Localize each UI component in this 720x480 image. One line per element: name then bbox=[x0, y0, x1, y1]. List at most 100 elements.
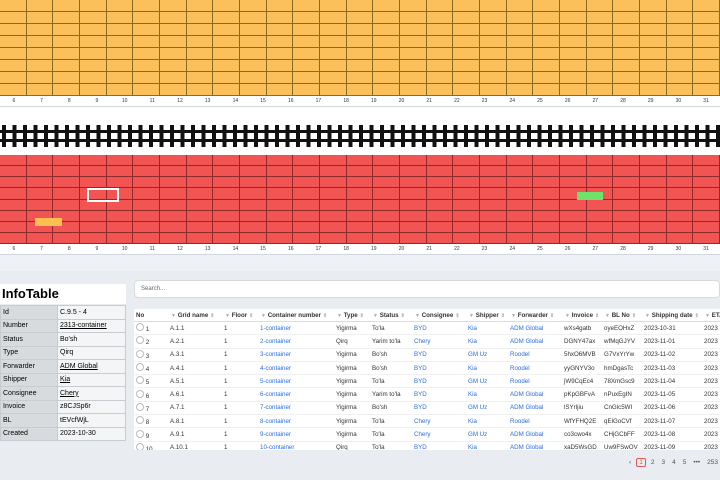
container-slot[interactable] bbox=[53, 199, 80, 211]
container-slot[interactable] bbox=[266, 36, 294, 48]
container-slot[interactable] bbox=[533, 210, 560, 222]
table-cell[interactable]: Chery bbox=[412, 414, 466, 429]
container-slot[interactable] bbox=[506, 199, 534, 211]
container-slot[interactable] bbox=[159, 12, 187, 24]
container-slot[interactable] bbox=[613, 199, 640, 211]
container-slot[interactable] bbox=[693, 12, 720, 24]
container-slot[interactable] bbox=[79, 166, 107, 178]
container-slot[interactable] bbox=[373, 199, 400, 211]
container-slot[interactable] bbox=[0, 84, 27, 96]
container-slot[interactable] bbox=[559, 24, 587, 36]
container-slot[interactable] bbox=[426, 221, 454, 233]
container-slot[interactable] bbox=[0, 24, 27, 36]
table-row[interactable]: 4 A.4.1 1 4-container Yigirma Bo'sh BYD Kia Rood… bbox=[134, 361, 720, 376]
container-slot[interactable] bbox=[319, 24, 347, 36]
container-slot[interactable] bbox=[159, 84, 187, 96]
container-slot[interactable] bbox=[0, 232, 27, 244]
container-slot[interactable] bbox=[373, 72, 400, 84]
container-slot[interactable] bbox=[613, 12, 640, 24]
container-slot[interactable] bbox=[399, 221, 427, 233]
container-slot[interactable] bbox=[239, 177, 267, 189]
container-slot[interactable] bbox=[453, 177, 480, 189]
table-row[interactable]: 1 A.1.1 1 1-container Yigirma To'la BYD Kia ADM … bbox=[134, 321, 720, 336]
table-cell[interactable]: 5-container bbox=[258, 374, 334, 389]
container-slot[interactable] bbox=[213, 12, 240, 24]
container-slot[interactable] bbox=[79, 177, 107, 189]
container-slot[interactable] bbox=[639, 24, 667, 36]
container-slot[interactable] bbox=[506, 24, 534, 36]
container-slot[interactable] bbox=[319, 166, 347, 178]
container-slot[interactable] bbox=[53, 72, 80, 84]
container-slot[interactable] bbox=[559, 210, 587, 222]
container-slot[interactable] bbox=[53, 24, 80, 36]
container-slot[interactable] bbox=[479, 72, 507, 84]
container-slot[interactable] bbox=[106, 210, 134, 222]
column-header[interactable]: No bbox=[134, 309, 168, 322]
container-slot[interactable] bbox=[239, 210, 267, 222]
container-slot[interactable] bbox=[453, 221, 480, 233]
container-slot[interactable] bbox=[79, 72, 107, 84]
container-slot[interactable] bbox=[506, 166, 534, 178]
container-slot[interactable] bbox=[533, 24, 560, 36]
container-slot[interactable] bbox=[53, 84, 80, 96]
container-slot[interactable] bbox=[453, 60, 480, 72]
container-slot[interactable] bbox=[426, 199, 454, 211]
table-cell[interactable]: GM Uz bbox=[466, 348, 508, 362]
container-slot[interactable] bbox=[426, 36, 454, 48]
container-slot[interactable] bbox=[239, 72, 267, 84]
container-slot[interactable] bbox=[26, 177, 54, 189]
container-slot[interactable] bbox=[506, 177, 534, 189]
container-slot[interactable] bbox=[693, 210, 720, 222]
container-slot[interactable] bbox=[693, 188, 720, 200]
row-radio[interactable] bbox=[136, 429, 144, 438]
container-slot[interactable] bbox=[453, 72, 480, 84]
container-slot[interactable] bbox=[346, 166, 374, 178]
table-row[interactable]: 10 A.10.1 1 10-container Qirq To'la BYD Kia ADM … bbox=[134, 441, 720, 450]
table-cell[interactable]: 6-container bbox=[258, 387, 334, 402]
container-slot[interactable] bbox=[293, 155, 320, 167]
container-slot[interactable] bbox=[426, 48, 454, 60]
container-slot[interactable] bbox=[106, 48, 134, 60]
container-slot[interactable] bbox=[559, 221, 587, 233]
filter-icon[interactable]: ▼ bbox=[171, 313, 176, 319]
filter-icon[interactable]: ▼ bbox=[605, 313, 610, 319]
container-slot[interactable] bbox=[533, 155, 560, 167]
container-slot[interactable] bbox=[266, 232, 294, 244]
column-header[interactable]: ▼ Forwarder ⇕ bbox=[508, 309, 562, 322]
container-slot[interactable] bbox=[479, 60, 507, 72]
container-slot[interactable] bbox=[26, 72, 54, 84]
container-slot[interactable] bbox=[26, 232, 54, 244]
container-slot[interactable] bbox=[213, 155, 240, 167]
container-slot[interactable] bbox=[639, 166, 667, 178]
container-slot[interactable] bbox=[79, 60, 107, 72]
container-slot[interactable] bbox=[133, 210, 160, 222]
container-slot[interactable] bbox=[133, 24, 160, 36]
table-row[interactable]: 5 A.5.1 1 5-container Yigirma To'la BYD GM Uz Ro… bbox=[134, 374, 720, 389]
container-slot[interactable] bbox=[479, 232, 507, 244]
sort-icon[interactable]: ⇕ bbox=[455, 313, 459, 319]
container-slot[interactable] bbox=[373, 232, 400, 244]
container-slot[interactable] bbox=[0, 60, 27, 72]
container-slot[interactable] bbox=[213, 177, 240, 189]
container-slot[interactable] bbox=[639, 0, 667, 12]
container-slot[interactable] bbox=[346, 177, 374, 189]
container-slot[interactable] bbox=[399, 48, 427, 60]
container-slot[interactable] bbox=[186, 199, 214, 211]
container-slot[interactable] bbox=[453, 12, 480, 24]
container-slot[interactable] bbox=[693, 166, 720, 178]
container-slot[interactable] bbox=[506, 48, 534, 60]
container-slot[interactable] bbox=[506, 221, 534, 233]
container-slot[interactable] bbox=[559, 199, 587, 211]
table-cell[interactable]: Roodel bbox=[508, 348, 562, 362]
container-slot[interactable] bbox=[533, 188, 560, 200]
container-slot[interactable] bbox=[53, 48, 80, 60]
container-slot[interactable] bbox=[399, 0, 427, 12]
table-cell[interactable]: Chery bbox=[412, 334, 466, 349]
container-slot[interactable] bbox=[666, 48, 694, 60]
container-slot[interactable] bbox=[0, 72, 27, 84]
container-slot[interactable] bbox=[186, 84, 214, 96]
container-slot[interactable] bbox=[133, 60, 160, 72]
container-slot[interactable] bbox=[319, 36, 347, 48]
container-slot[interactable] bbox=[693, 36, 720, 48]
container-slot[interactable] bbox=[666, 199, 694, 211]
